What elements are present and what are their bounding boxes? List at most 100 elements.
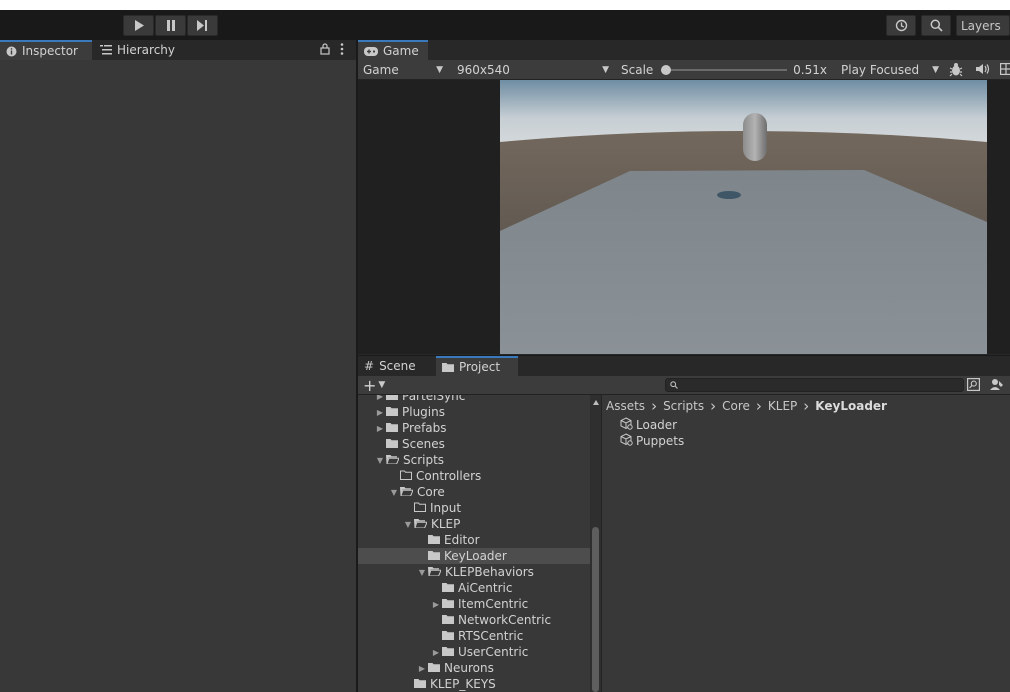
filter-type-icon [967,378,981,392]
tree-scrollbar[interactable] [590,395,601,692]
folder-empty-icon [414,501,426,515]
tab-inspector[interactable]: Inspector [0,40,92,60]
tab-game-label: Game [383,44,419,58]
tree-item-itemcentric[interactable]: ▶ ItemCentric [358,596,528,612]
expanded-arrow-icon[interactable]: ▼ [388,488,400,497]
play-mode-select[interactable]: Play Focused ▼ [836,61,944,79]
tree-item-klepbehaviors[interactable]: ▼ KLEPBehaviors [358,564,534,580]
history-button[interactable] [886,15,916,36]
tree-item-core[interactable]: ▼ Core [358,484,445,500]
tree-item-scenes[interactable]: Scenes [358,436,445,452]
tree-item-aicentric[interactable]: AiCentric [358,580,512,596]
tree-item-usercentric[interactable]: ▶ UserCentric [358,644,528,660]
tree-scrollbar-thumb[interactable] [592,527,599,692]
tab-project[interactable]: Project [436,356,518,376]
tree-item-klep-keys[interactable]: KLEP_KEYS [358,676,496,692]
tree-item-editor[interactable]: Editor [358,532,480,548]
search-by-label-button[interactable] [990,378,1004,394]
file-item-label: Loader [636,418,678,432]
pause-button[interactable] [155,15,186,36]
expanded-arrow-icon[interactable]: ▼ [416,568,428,577]
display-select-value: Game [363,63,399,77]
tree-item-input[interactable]: Input [358,500,461,516]
info-icon [6,46,17,56]
scroll-up-arrow-icon[interactable] [593,400,599,405]
folder-filled-icon [442,613,454,627]
bug-toggle[interactable] [949,62,963,80]
collapsed-arrow-icon[interactable]: ▶ [430,648,442,657]
folder-filled-icon [386,421,398,435]
tree-item-plugins[interactable]: ▶ Plugins [358,404,445,420]
collapsed-arrow-icon[interactable]: ▶ [416,664,428,673]
collapsed-arrow-icon[interactable]: ▶ [374,395,386,401]
folder-icon [442,363,454,372]
breadcrumb-item[interactable]: Scripts [663,399,704,413]
display-select[interactable]: Game ▼ [358,61,448,79]
game-viewport[interactable] [500,80,987,354]
stats-toggle[interactable] [1000,63,1010,78]
tree-item-networkcentric[interactable]: NetworkCentric [358,612,551,628]
add-asset-button[interactable]: + ▼ [363,375,385,395]
tree-item-klep[interactable]: ▼ KLEP [358,516,460,532]
tree-item-controllers[interactable]: Controllers [358,468,481,484]
lower-tab-bar: # Scene Project [358,355,1010,376]
chevron-down-icon: ▼ [932,65,939,75]
scale-slider[interactable] [661,65,788,75]
tree-item-keyloader[interactable]: KeyLoader [358,548,590,564]
project-folder-tree[interactable]: ▶ PartelSync ▶ Plugins ▶ Prefabs Scenes ▼ Script… [358,395,590,692]
collapsed-arrow-icon[interactable]: ▶ [374,424,386,433]
search-button[interactable] [921,15,951,36]
tab-scene[interactable]: # Scene [358,356,432,376]
tree-item-label: Editor [444,533,480,547]
layers-label: Layers [961,18,1001,33]
collapsed-arrow-icon[interactable]: ▶ [374,408,386,417]
scale-slider-thumb[interactable] [661,65,672,75]
tree-item-prefabs[interactable]: ▶ Prefabs [358,420,447,436]
breadcrumb-item[interactable]: KLEP [768,399,797,413]
tab-hierarchy-label: Hierarchy [117,43,176,57]
breadcrumb-item[interactable]: Core [722,399,750,413]
scale-label: Scale [621,63,654,77]
collapsed-arrow-icon[interactable]: ▶ [430,600,442,609]
play-button[interactable] [123,15,154,36]
folder-filled-icon [414,677,426,691]
inspector-menu-button[interactable] [340,43,344,58]
folder-open-icon [414,517,428,531]
scale-control: Scale 0.51x [616,61,832,79]
step-button[interactable] [187,15,218,36]
expanded-arrow-icon[interactable]: ▼ [402,520,414,529]
tree-item-label: NetworkCentric [458,613,552,627]
search-by-type-button[interactable] [967,378,981,394]
tree-item-label: KLEP_KEYS [430,677,496,691]
game-view-toolbar: Game ▼ 960x540 ▼ Scale 0.51x Play Focuse… [358,60,1010,80]
lock-button[interactable] [320,43,330,58]
tree-item-neurons[interactable]: ▶ Neurons [358,660,494,676]
inspector-panel [0,40,356,692]
folder-filled-icon [442,597,454,611]
layers-dropdown[interactable]: Layers [956,15,1010,36]
script-icon [620,433,633,449]
breadcrumb-item[interactable]: KeyLoader [815,399,887,413]
file-item-puppets[interactable]: Puppets [620,433,684,449]
audio-toggle[interactable] [976,63,990,78]
tab-inspector-label: Inspector [22,44,78,58]
pause-icon [166,20,175,31]
tree-item-partelsync[interactable]: ▶ PartelSync [358,395,465,404]
tab-project-label: Project [459,360,501,374]
file-item-loader[interactable]: Loader [620,417,677,433]
resolution-select[interactable]: 960x540 ▼ [452,61,614,79]
breadcrumb-item[interactable]: Assets [606,399,645,413]
file-item-label: Puppets [636,434,685,448]
tree-item-rtscentric[interactable]: RTSCentric [358,628,523,644]
tree-item-label: Scenes [402,437,445,451]
play-mode-value: Play Focused [841,63,920,77]
tab-hierarchy[interactable]: Hierarchy [94,40,194,60]
kebab-icon [340,43,344,55]
project-search-input[interactable] [665,378,964,392]
tab-game[interactable]: Game [358,40,428,60]
chevron-down-icon: ▼ [436,65,443,75]
tree-item-label: KLEPBehaviors [445,565,534,579]
tree-item-scripts[interactable]: ▼ Scripts [358,452,444,468]
expanded-arrow-icon[interactable]: ▼ [374,456,386,465]
add-label: + [363,375,377,395]
